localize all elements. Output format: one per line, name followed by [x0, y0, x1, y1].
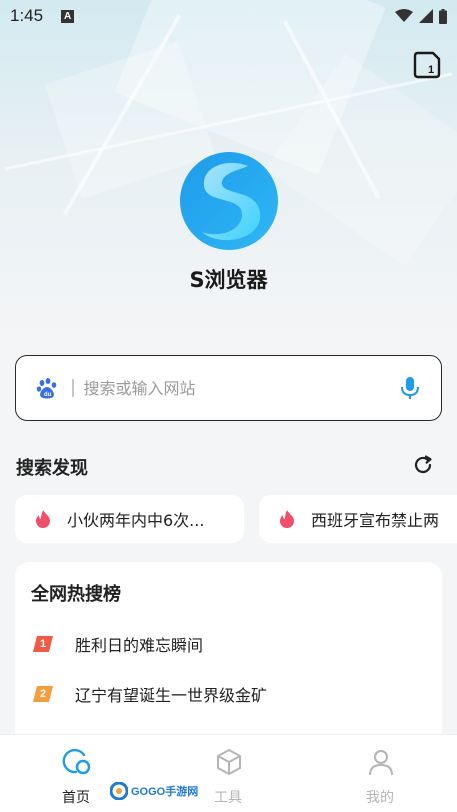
- cube-icon: [217, 749, 241, 775]
- fire-icon: [36, 510, 50, 528]
- person-icon: [369, 750, 393, 776]
- hot-item-text: 胜利日的难忘瞬间: [75, 636, 204, 655]
- search-box[interactable]: du: [15, 355, 442, 421]
- app-name: S浏览器: [189, 268, 268, 292]
- tab-count-button[interactable]: 1: [413, 51, 441, 79]
- microphone-icon[interactable]: [399, 376, 421, 400]
- hot-list-item[interactable]: 1 胜利日的难忘瞬间: [33, 632, 203, 656]
- notification-a-icon: A: [61, 9, 75, 23]
- watermark-text: GOGO手游网: [131, 786, 199, 798]
- refresh-icon[interactable]: [411, 453, 435, 477]
- search-divider: [72, 379, 74, 397]
- rank-badge: 1: [33, 636, 53, 652]
- fire-icon: [280, 510, 294, 528]
- chip-text: 西班牙宣布禁止两: [311, 511, 440, 530]
- rank-badge: 2: [33, 686, 53, 702]
- baidu-paw-icon[interactable]: du: [36, 377, 58, 399]
- chip-text: 小伙两年内中6次...: [67, 511, 205, 530]
- hot-list-title: 全网热搜榜: [31, 584, 121, 605]
- hot-item-text: 辽宁有望诞生一世界级金矿: [75, 686, 268, 705]
- home-icon: [62, 748, 91, 775]
- hot-list-item[interactable]: 2 辽宁有望诞生一世界级金矿: [33, 682, 267, 706]
- tabs-icon: 1: [413, 51, 441, 79]
- status-bar: 1:45 A: [0, 0, 457, 32]
- bottom-nav: 首页 工具 我的: [0, 734, 457, 812]
- gogo-logo-icon: [110, 782, 128, 800]
- discover-chip[interactable]: 小伙两年内中6次...: [15, 495, 244, 543]
- discover-title: 搜索发现: [16, 458, 88, 479]
- signal-icon: [419, 9, 433, 23]
- search-input[interactable]: [83, 378, 399, 398]
- s-browser-logo: [180, 152, 278, 250]
- svg-text:du: du: [44, 392, 52, 398]
- discover-chip[interactable]: 西班牙宣布禁止两: [259, 495, 457, 543]
- status-time: 1:45: [10, 6, 44, 25]
- hot-search-card: 全网热搜榜 1 胜利日的难忘瞬间 2 辽宁有望诞生一世界级金矿: [15, 562, 442, 762]
- gogo-watermark: GOGO手游网: [110, 780, 202, 802]
- svg-text:1: 1: [428, 64, 434, 76]
- nav-mine-label: 我的: [366, 790, 394, 806]
- battery-icon: [439, 8, 447, 24]
- nav-mine[interactable]: 我的: [330, 735, 430, 812]
- wifi-icon: [395, 9, 413, 22]
